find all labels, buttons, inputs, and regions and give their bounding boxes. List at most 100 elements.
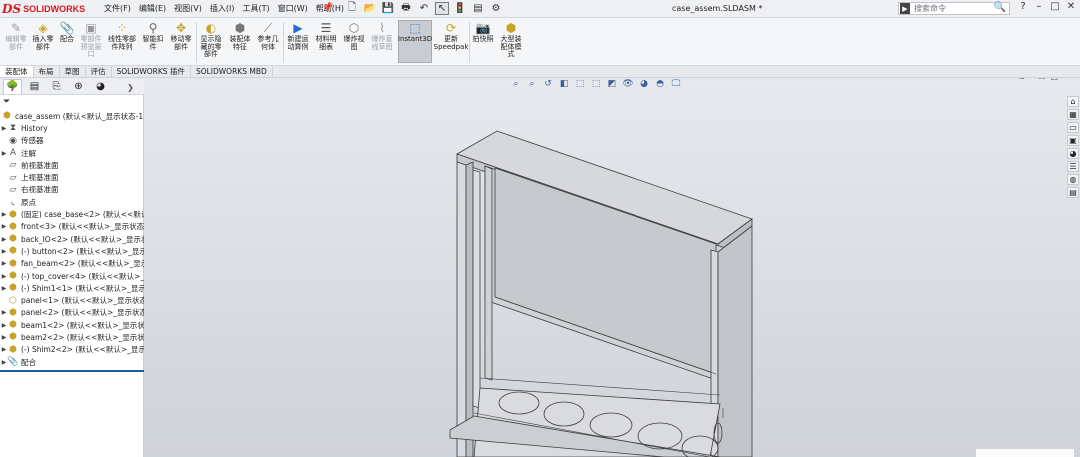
appearances-icon[interactable]: ◕	[1067, 148, 1079, 159]
minimize-icon[interactable]: –	[1034, 1, 1044, 12]
search-icon[interactable]: 🔍	[994, 2, 1006, 13]
print-icon[interactable]: 🖶	[399, 2, 413, 15]
model-viewport[interactable]	[144, 78, 1080, 457]
tree-item[interactable]: ▶ ⬢ front<3> (默认<<默认>_显示状态 1>	[0, 221, 144, 233]
assembly-feature-button[interactable]: ⬢ 装配体 特征	[227, 21, 253, 63]
tree-root[interactable]: ⬢ case_assem (默认<默认_显示状态-1>)	[0, 110, 144, 122]
expand-arrow-icon[interactable]: ▶	[0, 260, 8, 267]
menu-view[interactable]: 视图(V)	[170, 3, 206, 14]
tree-item[interactable]: ▶ ⧗ History	[0, 122, 144, 134]
expand-arrow-icon[interactable]: ▶	[0, 322, 8, 329]
exploded-view-button[interactable]: ⬡ 爆炸视 图	[341, 21, 367, 63]
configuration-manager-tab-icon[interactable]: ⎘	[47, 79, 66, 94]
display-manager-tab-icon[interactable]: ◕	[91, 79, 110, 94]
close-icon[interactable]: ✕	[1066, 1, 1076, 12]
new-motion-study-button[interactable]: ▶ 新建运 动算例	[285, 21, 311, 63]
explode-line-sketch-button[interactable]: ⌇ 爆炸直 线草图	[369, 21, 395, 63]
help-icon[interactable]: ?	[1018, 1, 1028, 12]
menu-insert[interactable]: 插入(I)	[206, 3, 239, 14]
pin-menu-icon[interactable]: 📌	[322, 3, 333, 13]
tree-item[interactable]: ▱ 上视基准面	[0, 171, 144, 183]
file-properties-icon[interactable]: ▤	[471, 2, 485, 15]
design-library-icon[interactable]: ▦	[1067, 109, 1079, 120]
tree-item[interactable]: ▶ A 注解	[0, 147, 144, 159]
tree-item[interactable]: ◉ 传感器	[0, 135, 144, 147]
expand-arrow-icon[interactable]: ▶	[0, 273, 8, 280]
tab-assembly[interactable]: 装配体	[0, 66, 34, 77]
new-document-icon[interactable]: 🗋	[345, 2, 359, 15]
update-speedpak-button[interactable]: ⟳ 更新 Speedpak	[434, 21, 469, 63]
toolbox-icon[interactable]: ▤	[1067, 187, 1079, 198]
graphics-area[interactable]: ⌕ ⌕ ↺ ◧ ⬚ ⬚ ◩ 👁 ◕ ◓ 🖵 ⧉ – ❐ □	[144, 78, 1080, 457]
tab-layout[interactable]: 布局	[34, 66, 60, 77]
options-gear-icon[interactable]: ⚙	[489, 2, 503, 15]
tree-item[interactable]: ▶ ⬢ (-) Shim2<2> (默认<<默认>_显示状	[0, 344, 144, 356]
file-explorer-icon[interactable]: ▭	[1067, 122, 1079, 133]
mate-button[interactable]: 📎 配合	[58, 21, 76, 63]
left-inner-rail[interactable]	[472, 169, 481, 409]
tree-item[interactable]: ▶ 📎 配合	[0, 356, 144, 368]
tree-item[interactable]: ▶⬢ (-) button<2> (默认<<默认>_显示状态	[0, 245, 144, 257]
large-assembly-mode-button[interactable]: ⬢ 大型装 配体模 式	[498, 21, 524, 63]
panel-expand-icon[interactable]: ❯	[121, 80, 140, 95]
tree-item[interactable]: ▶⬢ panel<2> (默认<<默认>_显示状态 1>	[0, 307, 144, 319]
property-manager-tab-icon[interactable]: ▤	[25, 79, 44, 94]
tree-item[interactable]: ⬡ panel<1> (默认<<默认>_显示状态 1>	[0, 294, 144, 306]
tree-item[interactable]: ▶⬢ (-) Shim1<1> (默认<<默认>_显示状态	[0, 282, 144, 294]
bom-button[interactable]: ☰ 材料明 细表	[313, 21, 339, 63]
linear-pattern-button[interactable]: ⁘ 线性零部 件阵列	[106, 21, 138, 63]
tab-evaluate[interactable]: 评估	[86, 66, 112, 77]
tree-item[interactable]: ▱ 前视基准面	[0, 159, 144, 171]
menu-tools[interactable]: 工具(T)	[238, 3, 273, 14]
tree-item[interactable]: ▱ 右视基准面	[0, 184, 144, 196]
expand-arrow-icon[interactable]: ▶	[0, 150, 8, 157]
select-pointer-icon[interactable]: ↖	[435, 2, 449, 15]
feature-manager-tab-icon[interactable]: 🌳	[3, 78, 22, 94]
tab-mbd[interactable]: SOLIDWORKS MBD	[191, 66, 273, 77]
tree-filter-icon[interactable]: ⏷	[3, 97, 10, 107]
expand-arrow-icon[interactable]: ▶	[0, 309, 8, 316]
forum-icon[interactable]: ◍	[1067, 174, 1079, 185]
tree-item[interactable]: ▶ ⬢ beam1<2> (默认<<默认>_显示状态	[0, 319, 144, 331]
edit-component-button[interactable]: ✎ 编辑零 部件	[3, 21, 29, 63]
insert-component-button[interactable]: ◈ 插入零 部件	[31, 21, 55, 63]
tab-addins[interactable]: SOLIDWORKS 插件	[112, 66, 191, 77]
search-input[interactable]	[914, 4, 984, 13]
expand-arrow-icon[interactable]: ▶	[0, 285, 8, 292]
maximize-icon[interactable]: □	[1050, 1, 1060, 12]
left-rear-post[interactable]	[484, 165, 493, 381]
open-document-icon[interactable]: 📂	[363, 2, 377, 15]
expand-arrow-icon[interactable]: ▶	[0, 334, 8, 341]
tree-item[interactable]: ▶ ⬢ fan_beam<2> (默认<<默认>_显示状	[0, 258, 144, 270]
right-side-panel[interactable]	[717, 225, 753, 457]
left-front-post[interactable]	[456, 161, 467, 457]
tree-item[interactable]: ⌞ 原点	[0, 196, 144, 208]
rebuild-icon[interactable]: 🚦	[453, 2, 467, 15]
expand-arrow-icon[interactable]: ▶	[0, 223, 8, 230]
custom-properties-icon[interactable]: ☰	[1067, 161, 1079, 172]
tree-item[interactable]: ▶⬢ (-) top_cover<4> (默认<<默认>_显示	[0, 270, 144, 282]
tab-sketch[interactable]: 草图	[60, 66, 86, 77]
expand-arrow-icon[interactable]: ▶	[0, 236, 8, 243]
smart-fastener-button[interactable]: ⚲ 智能扣 件	[140, 21, 166, 63]
tree-item[interactable]: ▶ ⬢ back_IO<2> (默认<<默认>_显示状态	[0, 233, 144, 245]
instant3d-button[interactable]: ⬚ Instant3D	[398, 20, 432, 63]
undo-icon[interactable]: ↶	[417, 2, 431, 15]
show-hidden-components-button[interactable]: ◐ 显示隐 藏的零 部件	[198, 21, 224, 63]
menu-file[interactable]: 文件(F)	[100, 3, 135, 14]
search-scope-icon[interactable]: ▶	[900, 3, 910, 14]
solidworks-logo[interactable]: DS SOLIDWORKS	[2, 1, 88, 17]
expand-arrow-icon[interactable]: ▶	[0, 248, 8, 255]
menu-window[interactable]: 窗口(W)	[274, 3, 312, 14]
solidworks-resources-icon[interactable]: ⌂	[1067, 96, 1079, 107]
take-snapshot-button[interactable]: 📷 拍快照	[471, 21, 495, 63]
dimxpert-tab-icon[interactable]: ⊕	[69, 79, 88, 94]
view-palette-icon[interactable]: ▣	[1067, 135, 1079, 146]
save-icon[interactable]: 💾	[381, 2, 395, 15]
expand-arrow-icon[interactable]: ▶	[0, 211, 8, 218]
tree-item[interactable]: ▶⬢ (固定) case_base<2> (默认<<默认>_	[0, 208, 144, 220]
tree-item[interactable]: ▶ ⬢ beam2<2> (默认<<默认>_显示状态	[0, 331, 144, 343]
expand-arrow-icon[interactable]: ▶	[0, 346, 8, 353]
reference-geometry-button[interactable]: ⟋ 参考几 何体	[255, 21, 281, 63]
left-front-post-side[interactable]	[465, 161, 474, 457]
